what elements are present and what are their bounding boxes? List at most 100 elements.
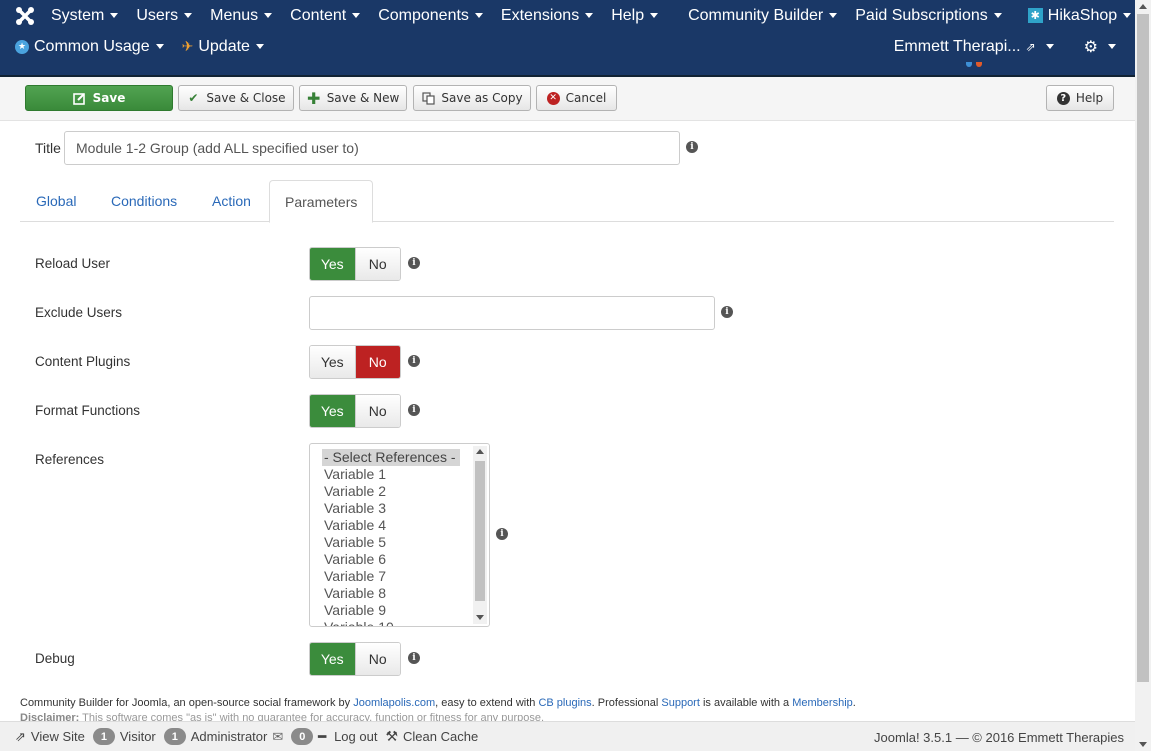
menu-system[interactable]: System: [42, 7, 127, 25]
cancel-circle-icon: ✕: [546, 91, 560, 105]
debug-yes[interactable]: Yes: [310, 643, 355, 675]
scrollbar-thumb[interactable]: [475, 461, 485, 601]
save-close-button[interactable]: ✔ Save & Close: [178, 85, 294, 111]
top-navbar: System Users Menus Content Components Ex…: [0, 0, 1135, 62]
exclude-users-input[interactable]: [309, 296, 715, 330]
menu-update[interactable]: ✈ Update: [173, 38, 273, 56]
references-option[interactable]: Variable 6: [322, 551, 472, 568]
menu-components-label: Components: [378, 6, 469, 24]
scrollbar-thumb[interactable]: [1137, 14, 1149, 682]
page-scrollbar[interactable]: [1135, 0, 1151, 751]
settings-menu[interactable]: ⚙: [1075, 37, 1125, 57]
save-new-button[interactable]: ✚ Save & New: [299, 85, 407, 111]
cancel-button[interactable]: ✕ Cancel: [536, 85, 617, 111]
cb-plugins-link[interactable]: CB plugins: [538, 697, 591, 709]
tab-conditions[interactable]: Conditions: [96, 180, 192, 222]
tab-conditions-label: Conditions: [111, 193, 178, 209]
references-option[interactable]: Variable 2: [322, 483, 472, 500]
menu-content-label: Content: [290, 6, 347, 24]
support-link[interactable]: Support: [661, 697, 700, 709]
footer-text: , easy to extend with: [435, 697, 539, 709]
references-option[interactable]: Variable 4: [322, 517, 472, 534]
references-scrollbar[interactable]: [473, 446, 487, 624]
menu-system-label: System: [51, 6, 105, 24]
format-functions-no[interactable]: No: [354, 395, 400, 427]
log-out-label: Log out: [334, 729, 378, 744]
scroll-up-icon[interactable]: [476, 449, 484, 454]
title-label: Title: [35, 140, 61, 156]
plus-icon: ✚: [306, 88, 321, 108]
references-option[interactable]: Variable 3: [322, 500, 472, 517]
help-button[interactable]: ? Help: [1046, 85, 1114, 111]
messages-status[interactable]: 0 ━: [291, 728, 326, 745]
menu-update-label: Update: [198, 37, 250, 55]
scroll-up-icon[interactable]: [1139, 4, 1147, 9]
membership-link[interactable]: Membership: [792, 697, 853, 709]
content-plugins-yes[interactable]: Yes: [310, 346, 355, 378]
user-site-menu[interactable]: Emmett Therapi... ⇗: [885, 38, 1063, 56]
scroll-down-icon[interactable]: [476, 615, 484, 620]
references-option[interactable]: Variable 9: [322, 602, 472, 619]
clean-cache-label: Clean Cache: [403, 729, 479, 744]
menu-hikashop[interactable]: ✱ HikaShop: [1019, 7, 1140, 25]
debug-label: Debug: [35, 651, 75, 666]
references-option[interactable]: Variable 7: [322, 568, 472, 585]
tab-parameters-label: Parameters: [285, 193, 358, 210]
reload-user-yes[interactable]: Yes: [310, 248, 355, 280]
content-plugins-no[interactable]: No: [354, 346, 400, 378]
content-plugins-label: Content Plugins: [35, 354, 131, 369]
caret-down-icon: [585, 13, 594, 18]
tab-parameters[interactable]: Parameters: [269, 180, 374, 223]
format-functions-label: Format Functions: [35, 403, 141, 418]
caret-down-icon: [352, 13, 361, 18]
header-subbar: [0, 62, 1135, 77]
menu-help-label: Help: [611, 6, 645, 24]
menu-users[interactable]: Users: [127, 7, 201, 25]
info-icon: i: [408, 355, 420, 367]
tab-global[interactable]: Global: [21, 180, 91, 222]
references-option[interactable]: Variable 10: [322, 619, 472, 626]
reload-user-toggle: Yes No: [309, 247, 401, 281]
menu-extensions[interactable]: Extensions: [492, 7, 602, 25]
references-option[interactable]: Variable 1: [322, 466, 472, 483]
tab-action[interactable]: Action: [197, 180, 266, 222]
save-as-copy-button[interactable]: Save as Copy: [413, 85, 531, 111]
save-close-button-label: Save & Close: [206, 91, 286, 105]
menu-content[interactable]: Content: [281, 7, 369, 25]
exclude-users-label: Exclude Users: [35, 305, 123, 320]
caret-down-icon: [155, 44, 164, 49]
menu-help[interactable]: Help: [602, 7, 667, 25]
footer-text: is available with a: [699, 697, 793, 709]
format-functions-yes[interactable]: Yes: [310, 395, 355, 427]
visitor-label: Visitor: [119, 729, 156, 744]
clean-cache-link[interactable]: ⚒ Clean Cache: [385, 728, 478, 745]
references-multiselect[interactable]: - Select References - Variable 1 Variabl…: [309, 443, 490, 627]
format-functions-toggle: Yes No: [309, 394, 401, 428]
info-icon: i: [408, 652, 420, 664]
scroll-down-icon[interactable]: [1139, 742, 1147, 747]
view-site-link[interactable]: ⇗ View Site: [15, 729, 85, 745]
info-icon: i: [496, 528, 508, 540]
joomlapolis-link[interactable]: Joomlapolis.com: [353, 697, 435, 709]
gear-icon: ⚙: [1083, 38, 1098, 56]
menu-community-builder[interactable]: Community Builder: [679, 7, 846, 25]
menu-paid-subscriptions[interactable]: Paid Subscriptions: [846, 7, 1011, 25]
save-button[interactable]: Save: [25, 85, 173, 111]
tab-action-label: Action: [212, 193, 251, 209]
broom-icon: ⚒: [385, 728, 399, 744]
debug-no[interactable]: No: [354, 643, 400, 675]
references-option[interactable]: Variable 5: [322, 534, 472, 551]
reload-user-no[interactable]: No: [354, 248, 400, 280]
menu-common-usage[interactable]: ★ Common Usage: [0, 38, 173, 56]
info-icon: i: [408, 404, 420, 416]
references-option[interactable]: Variable 8: [322, 585, 472, 602]
menu-components[interactable]: Components: [369, 7, 492, 25]
menu-menus[interactable]: Menus: [201, 7, 281, 25]
joomla-logo-icon[interactable]: [14, 0, 36, 31]
menu-paid-subscriptions-label: Paid Subscriptions: [855, 6, 988, 24]
hikashop-icon: ✱: [1027, 8, 1043, 23]
references-option[interactable]: - Select References -: [322, 449, 460, 466]
title-input[interactable]: [64, 131, 680, 165]
minus-icon: ━: [318, 728, 327, 744]
logout-link[interactable]: Log out: [334, 729, 377, 744]
